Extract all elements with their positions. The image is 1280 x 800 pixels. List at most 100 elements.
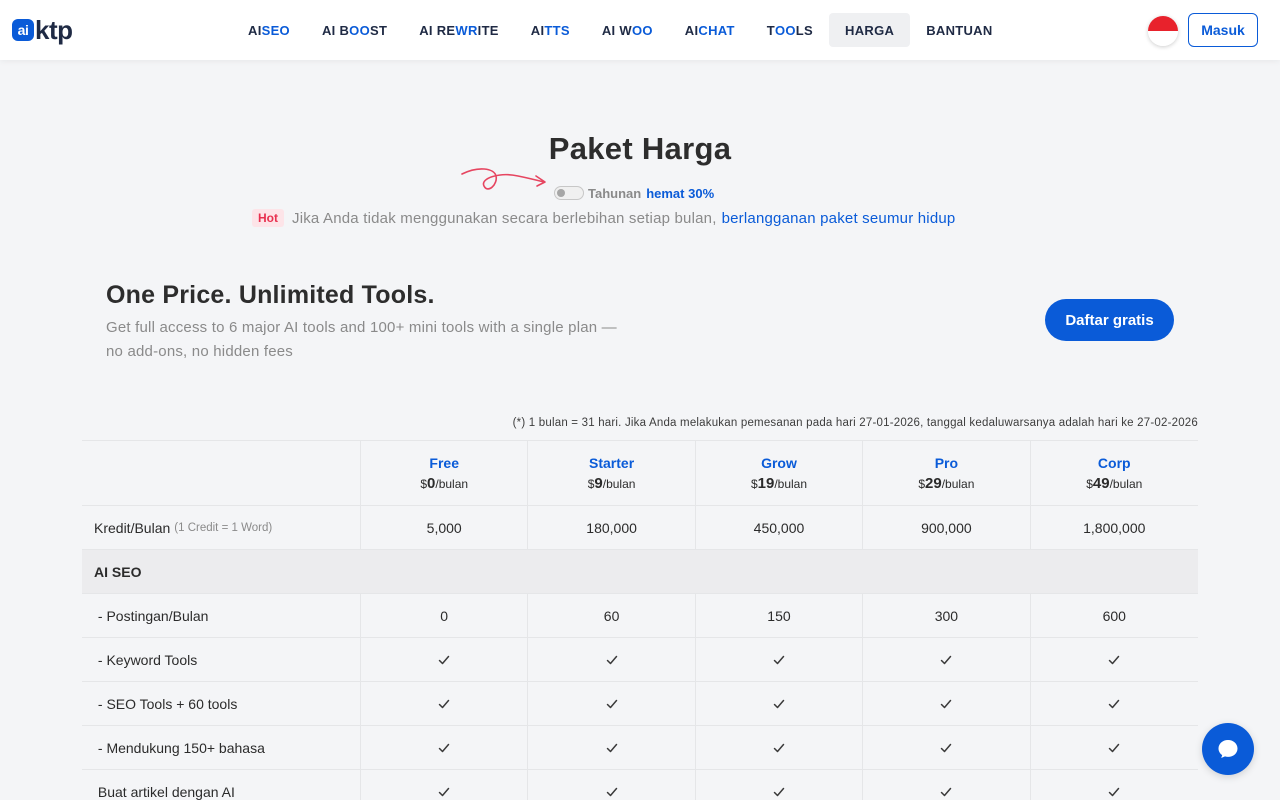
row-value: 1,800,000	[1083, 519, 1146, 536]
check-icon	[1031, 770, 1198, 800]
nav-item-text: AI W	[601, 22, 632, 38]
nav-item-text: AI	[248, 22, 262, 38]
check-icon	[1031, 726, 1198, 769]
logo-badge: ai	[12, 19, 34, 41]
row-value: 180,000	[528, 506, 696, 549]
hot-badge: Hot	[252, 209, 284, 227]
row-sub-label: (1 Credit = 1 Word)	[174, 521, 273, 534]
plan-price: $49/bulan	[1086, 475, 1142, 492]
row-value: 150	[696, 594, 864, 637]
plan-name: Pro	[934, 454, 959, 471]
check-icon	[528, 726, 696, 769]
table-row: - Postingan/Bulan 0 60 150 300 600	[82, 594, 1198, 638]
nav-item-text: WR	[455, 22, 478, 38]
nav-item-2[interactable]: AI RE WR ITE	[403, 13, 515, 47]
annual-label: Tahunan	[588, 185, 642, 201]
plan-amount: 19	[757, 474, 775, 492]
register-free-button[interactable]: Daftar gratis	[1045, 299, 1174, 341]
check-icon	[361, 682, 529, 725]
row-value: 5,000	[361, 506, 529, 549]
row-value: 450,000	[696, 506, 864, 549]
plan-period: /bulan	[435, 476, 469, 491]
plan-name: Grow	[761, 454, 797, 471]
logo[interactable]: ai ktp	[12, 14, 73, 46]
pricing-table: Free $0/bulan Starter $9/bulan Grow $19/bulan…	[82, 440, 1198, 800]
row-label-text: Kredit/Bulan	[94, 519, 171, 536]
chat-bubble-icon	[1218, 740, 1238, 758]
plan-price: $0/bulan	[420, 475, 468, 492]
plan-currency: $	[1086, 476, 1093, 491]
plan-currency: $	[918, 476, 926, 491]
login-button[interactable]: Masuk	[1188, 13, 1258, 47]
row-label-text: - SEO Tools + 60 tools	[94, 695, 238, 712]
plan-header-pro: Pro $29/bulan	[863, 441, 1031, 505]
plan-currency: $	[750, 476, 758, 491]
logo-text: ktp	[35, 14, 73, 45]
nav-item-0[interactable]: AI SEO	[232, 13, 306, 47]
nav-item-5[interactable]: AI CHAT	[669, 13, 751, 47]
nav-item-text: OO	[774, 22, 796, 38]
nav-item-1[interactable]: AI B OO ST	[306, 13, 403, 47]
plan-name: Starter	[589, 454, 635, 471]
check-icon	[696, 682, 864, 725]
check-icon	[528, 682, 696, 725]
row-value: 600	[1102, 607, 1126, 624]
check-icon	[696, 638, 864, 681]
nav-item-text: BANTUAN	[926, 22, 993, 38]
check-icon	[361, 770, 529, 800]
plan-header-starter: Starter $9/bulan	[528, 441, 696, 505]
nav-item-text: OO	[631, 22, 653, 38]
plan-currency: $	[420, 476, 428, 491]
nav-item-text: AI	[530, 22, 545, 38]
table-header-row: Free $0/bulan Starter $9/bulan Grow $19/bulan…	[82, 440, 1198, 506]
plan-name: Free	[429, 454, 459, 471]
page-title: Paket Harga	[548, 131, 732, 166]
annual-toggle[interactable]	[554, 186, 584, 200]
language-flag-icon[interactable]	[1148, 16, 1178, 46]
nav-item-6[interactable]: T OO LS	[751, 13, 829, 47]
check-icon	[863, 726, 1031, 769]
nav-item-text: T	[766, 22, 775, 38]
promo-title: One Price. Unlimited Tools.	[106, 281, 435, 309]
plan-amount: 49	[1092, 474, 1110, 492]
row-value: 0	[361, 594, 529, 637]
row-label: Kredit/Bulan (1 Credit = 1 Word)	[82, 506, 361, 549]
check-icon	[863, 770, 1031, 800]
nav-item-text: AI B	[321, 22, 350, 38]
top-header: ai ktp AI SEO AI B OO ST AI RE WR ITE AI TTS AI …	[0, 0, 1280, 60]
nav-item-4[interactable]: AI W OO	[586, 13, 669, 47]
check-icon	[863, 682, 1031, 725]
plan-header-corp: Corp $49/bulan	[1031, 441, 1198, 505]
nav-item-3[interactable]: AI TTS	[515, 13, 586, 47]
nav-item-text: HARGA	[845, 22, 895, 38]
check-icon	[361, 726, 529, 769]
check-icon	[528, 770, 696, 800]
billing-note: (*) 1 bulan = 31 hari. Jika Anda melakuk…	[512, 417, 1198, 429]
nav-item-text: ITE	[477, 22, 499, 38]
table-section-row: AI SEO	[82, 550, 1198, 594]
row-label: AI SEO	[82, 550, 1198, 593]
row-label-text: - Mendukung 150+ bahasa	[94, 739, 265, 756]
row-value: 300	[863, 594, 1031, 637]
hand-drawn-arrow-icon	[461, 168, 546, 190]
plan-amount: 9	[594, 474, 603, 492]
nav-item-text: AI	[684, 22, 699, 38]
nav-item-text: ST	[370, 22, 388, 38]
table-row: Buat artikel dengan AI	[82, 770, 1198, 800]
plan-header-free: Free $0/bulan	[361, 441, 529, 505]
row-label-text: Buat artikel dengan AI	[94, 783, 235, 800]
nav-item-7[interactable]: HARGA	[829, 13, 911, 47]
check-icon	[361, 638, 529, 681]
plan-amount: 29	[925, 474, 942, 492]
lifetime-plan-link[interactable]: berlangganan paket seumur hidup	[722, 210, 956, 227]
nav-item-text: SEO	[261, 22, 290, 38]
row-label: Buat artikel dengan AI	[82, 770, 361, 800]
table-row: - SEO Tools + 60 tools	[82, 682, 1198, 726]
row-label: - SEO Tools + 60 tools	[82, 682, 361, 725]
row-label: - Keyword Tools	[82, 638, 361, 681]
chat-widget-button[interactable]	[1202, 723, 1254, 775]
nav-item-8[interactable]: BANTUAN	[910, 13, 1008, 47]
plan-period: /bulan	[941, 476, 975, 491]
plan-price: $29/bulan	[918, 475, 974, 492]
row-label: - Postingan/Bulan	[82, 594, 361, 637]
